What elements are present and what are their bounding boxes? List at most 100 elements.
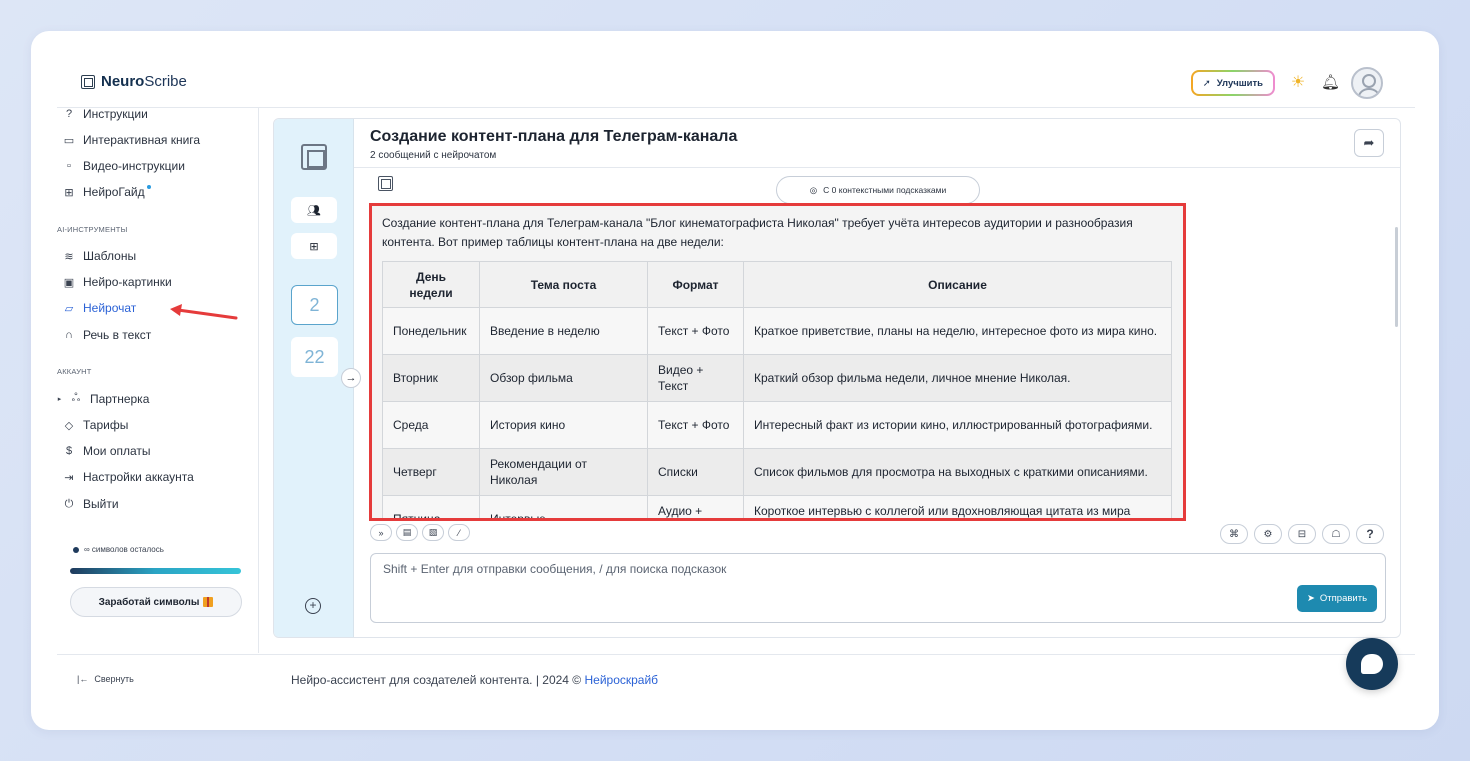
sidebar-item-payments[interactable]: $ Мои оплаты	[63, 444, 151, 458]
send-icon: ➤	[1306, 593, 1315, 604]
sidebar-item-tariffs[interactable]: ◇ Тарифы	[63, 418, 129, 432]
sidebar-item-neurochat[interactable]: ▱ Нейрочат	[63, 301, 137, 315]
collapse-icon: |←	[77, 674, 89, 684]
video-icon: ▫	[67, 160, 71, 172]
avatar[interactable]	[1351, 67, 1383, 99]
guide-icon: ⊞	[64, 186, 74, 199]
column-header: Формат	[647, 261, 744, 308]
sun-icon[interactable]: ☀	[1289, 74, 1307, 92]
input-toolbar-right: ⌘ ⚙ ⊟ ☖ ?	[1220, 524, 1384, 544]
chat-panel: 👥︎ ⊞ 2 22 + Создание контент-плана для Т…	[273, 118, 1401, 638]
footer-text: Нейро-ассистент для создателей контента.…	[291, 673, 659, 687]
symbols-progress-bar	[70, 568, 241, 574]
send-button[interactable]: ➤ Отправить	[1297, 585, 1377, 612]
layout-icon: ⊟	[1297, 528, 1307, 540]
sidebar-item-account-settings[interactable]: ⇥ Настройки аккаунта	[63, 470, 193, 484]
layers-icon: ≋	[64, 250, 74, 263]
users-icon: ஃ	[71, 392, 81, 404]
chevrons-down-icon: »	[378, 527, 384, 538]
users-icon: 👥︎	[307, 204, 321, 217]
app-window: NeuroScribe ➚ Улучшить ☀ 🔔︎ ? Инструкции…	[31, 31, 1439, 730]
header-actions: ➚ Улучшить ☀ 🔔︎	[1191, 67, 1383, 99]
new-dot	[146, 185, 151, 189]
response-intro: Создание контент-плана для Телеграм-кана…	[382, 216, 1133, 249]
assistant-logo-icon	[378, 176, 393, 191]
assistant-response: Создание контент-плана для Телеграм-кана…	[369, 203, 1186, 521]
chat-title: Создание контент-плана для Телеграм-кана…	[370, 128, 738, 145]
upload-image-button[interactable]: ▧	[422, 524, 444, 541]
header-divider	[57, 107, 1415, 108]
chat-thread-item[interactable]: 22	[291, 337, 338, 377]
template-button[interactable]: ⊟	[1288, 524, 1316, 544]
context-hints-pill[interactable]: ◎ С 0 контекстными подсказками	[776, 176, 980, 204]
section-heading-account: АККАУНТ	[57, 367, 92, 376]
users-button[interactable]: 👥︎	[291, 197, 337, 223]
sidebar-item-instructions[interactable]: ? Инструкции	[63, 107, 148, 121]
grid-button[interactable]: ⊞	[291, 233, 337, 259]
message-input-container: ➤ Отправить	[370, 553, 1386, 623]
chat-icon: ▱	[64, 302, 74, 315]
puzzle-icon: ⌘	[1229, 528, 1239, 540]
message-input[interactable]	[383, 562, 1183, 576]
sidebar-item-neuroguide[interactable]: ⊞ НейроГайд	[63, 185, 151, 199]
table-row: Понедельник Введение в неделю Текст + Фо…	[382, 307, 1172, 355]
chat-thread-item[interactable]: 2	[291, 285, 338, 325]
new-chat-button[interactable]: +	[305, 598, 321, 614]
support-chat-button[interactable]	[1346, 638, 1398, 690]
column-header: Описание	[743, 261, 1172, 308]
content-plan-table: День недели Тема поста Формат Описание П…	[382, 261, 1172, 518]
login-icon: ⇥	[64, 471, 74, 484]
collapse-messages-button[interactable]: »	[370, 524, 392, 541]
bell-icon[interactable]: 🔔︎	[1321, 74, 1340, 92]
caret-right-icon: ▸	[57, 396, 62, 403]
share-button[interactable]: ➦	[1354, 129, 1384, 157]
arrow-right-icon: →	[345, 372, 357, 384]
magic-wand-icon: ⁄	[458, 527, 460, 538]
table-header-row: День недели Тема поста Формат Описание	[382, 261, 1172, 308]
sidebar-item-video-instructions[interactable]: ▫ Видео-инструкции	[63, 159, 185, 173]
question-circle-icon: ?	[65, 108, 73, 120]
settings-button[interactable]: ⚙	[1254, 524, 1282, 544]
tag-icon: ◇	[64, 419, 74, 432]
image-icon: ▧	[428, 527, 438, 537]
symbols-remaining: ∞ символов осталось	[73, 545, 164, 554]
table-row: Пятница Интервью Аудио + Текст Короткое …	[382, 495, 1172, 518]
hints-icon: ◎	[809, 184, 818, 195]
logo-icon	[81, 74, 95, 89]
book-icon: ▭	[63, 134, 75, 147]
help-button[interactable]: ?	[1356, 524, 1384, 544]
logo-icon	[301, 144, 327, 170]
gear-icon: ⚙	[1263, 528, 1273, 540]
magic-wand-button[interactable]: ⁄	[448, 524, 470, 541]
sidebar-item-logout[interactable]: ⏻ Выйти	[63, 497, 119, 511]
column-header: День недели	[382, 261, 480, 308]
scrollbar[interactable]	[1395, 227, 1398, 327]
footer-divider	[57, 654, 1415, 655]
sidebar-item-templates[interactable]: ≋ Шаблоны	[63, 249, 136, 263]
image-icon: ▣	[63, 276, 75, 289]
dollar-icon: $	[65, 445, 73, 457]
title-divider	[354, 167, 1400, 168]
rocket-icon: ➚	[1202, 77, 1211, 89]
input-toolbar-left: » ▤ ▧ ⁄	[370, 524, 470, 541]
question-icon: ?	[1366, 527, 1374, 541]
annotation-arrow	[170, 304, 238, 320]
logo[interactable]: NeuroScribe	[81, 73, 187, 90]
earn-symbols-button[interactable]: Заработай символы	[70, 587, 242, 617]
upload-doc-button[interactable]: ▤	[396, 524, 418, 541]
sidebar-item-partner[interactable]: ▸ ஃ Партнерка	[57, 392, 150, 406]
section-heading-ai: AI-ИНСТРУМЕНТЫ	[57, 225, 128, 234]
grid-icon: ⊞	[309, 240, 319, 253]
table-row: Вторник Обзор фильма Видео + Текст Кратк…	[382, 354, 1172, 402]
plugin-button[interactable]: ⌘	[1220, 524, 1248, 544]
sidebar-item-neuro-images[interactable]: ▣ Нейро-картинки	[63, 275, 172, 289]
upgrade-button[interactable]: ➚ Улучшить	[1191, 70, 1275, 96]
column-header: Тема поста	[479, 261, 648, 308]
bot-button[interactable]: ☖	[1322, 524, 1350, 544]
expand-rail-button[interactable]: →	[341, 368, 361, 388]
power-icon: ⏻	[64, 497, 74, 510]
sidebar-item-interactive-book[interactable]: ▭ Интерактивная книга	[63, 133, 200, 147]
footer-link[interactable]: Нейроскрайб	[584, 673, 658, 687]
sidebar-item-speech-to-text[interactable]: ∩ Речь в текст	[63, 328, 151, 342]
collapse-sidebar-button[interactable]: |← Свернуть	[77, 674, 134, 684]
